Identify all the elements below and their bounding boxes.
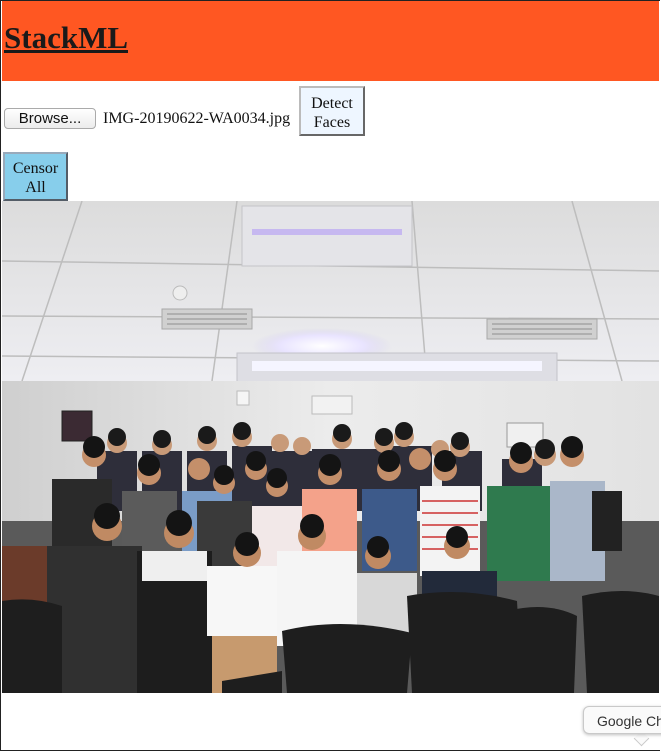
browser-tooltip: Google Ch (583, 706, 661, 734)
censor-label-line2: All (25, 178, 46, 196)
selected-file-name: IMG-20190622-WA0034.jpg (103, 110, 291, 127)
detect-label-line2: Faces (313, 113, 351, 131)
browse-button[interactable]: Browse... (4, 108, 96, 129)
detect-label-line1: Detect (311, 94, 353, 112)
app-header: StackML (2, 1, 659, 81)
uploaded-group-photo (2, 201, 659, 693)
censor-label-line1: Censor (12, 159, 59, 177)
brand-link[interactable]: StackML (4, 20, 128, 56)
detect-faces-button[interactable]: Detect Faces (299, 86, 365, 136)
censor-all-button[interactable]: Censor All (3, 152, 68, 201)
